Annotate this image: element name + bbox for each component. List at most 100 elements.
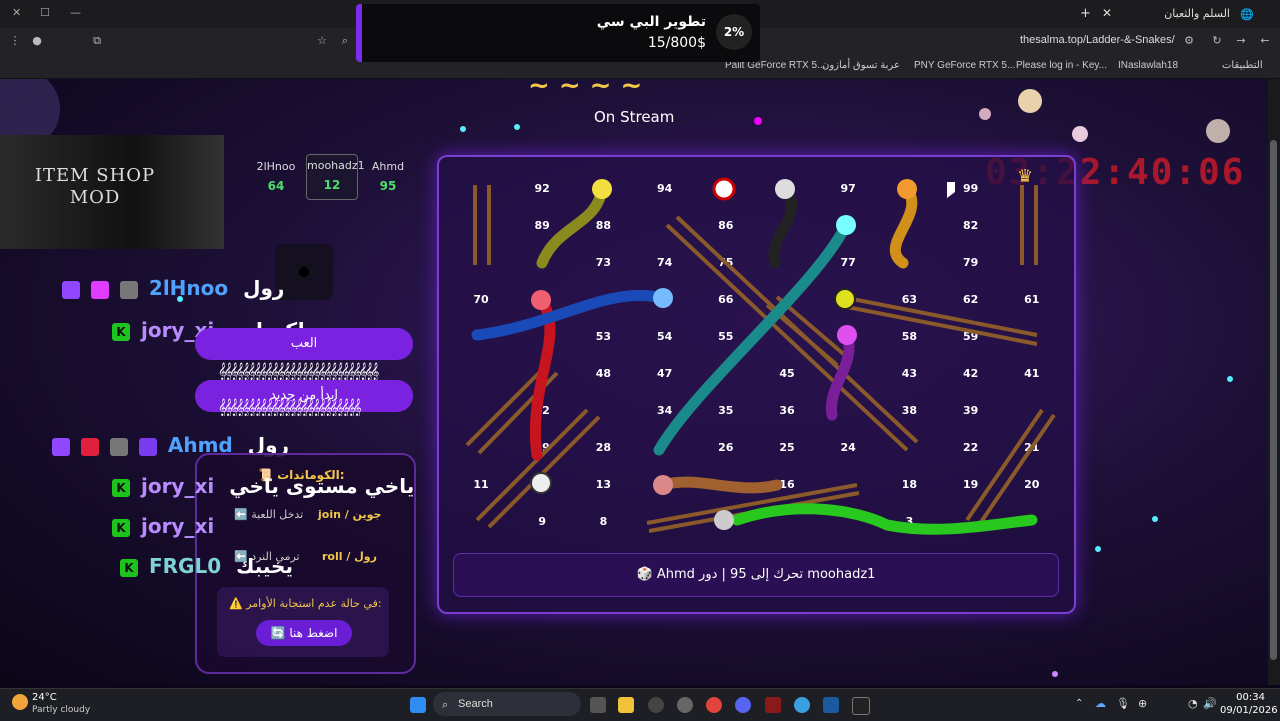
taskbar-search[interactable] [433,692,581,716]
weather-description[interactable]: Partly cloudy [32,705,90,715]
chat-message: رول [243,276,285,300]
player-position: 95 [379,179,397,193]
weather-temperature[interactable]: 24°C [32,692,57,703]
menu-icon[interactable]: ⋮ [8,34,22,48]
start-icon[interactable] [410,697,426,713]
browser-icon[interactable] [794,697,810,713]
close-tab-icon[interactable]: ✕ [1102,6,1112,20]
new-tab-icon[interactable]: + [1080,6,1091,21]
microphone-icon[interactable]: 🎙 [1116,697,1130,710]
snake-teal [653,219,852,456]
join-description: ⬅️ تدخل اللعبة [234,508,304,521]
tray-chevron-icon[interactable]: ⌃ [1075,698,1083,709]
bookmark-apps[interactable]: التطبيقات [1222,60,1263,71]
snakes-and-ladders-layer: ♛ [465,166,1056,535]
snake-blue [471,289,669,341]
donation-title: تطوير البي سي [596,14,706,30]
snake-olive [536,183,608,269]
player-position: 12 [323,178,341,192]
scrollbar-thumb[interactable] [1270,140,1277,660]
mouse-cursor [947,182,963,198]
player-token-2lhnoo [834,288,856,310]
window-maximize-icon[interactable]: ☐ [40,6,50,19]
chat-username: jory_xi [140,474,215,498]
kick-badge-icon: K [120,558,138,577]
taskbar [0,688,1280,721]
bookmark-1[interactable]: INaslawlah18 [1118,60,1178,71]
extension-icon[interactable]: ⧉ [90,34,104,48]
app-icon[interactable] [648,697,664,713]
help-text: ⚠️ في حالة عدم استجابة الأوامر: [229,597,382,610]
task-view-icon[interactable] [590,697,606,713]
bookmark-4[interactable]: عربة تسوق أمازون [822,60,900,71]
camera-badge-icon [80,437,99,456]
network-icon[interactable]: ⊕ [1138,697,1147,710]
bookmark-2[interactable]: Please log in - Key... [1016,60,1107,71]
file-explorer-icon[interactable] [618,697,634,713]
join-command: join / جوين [318,508,381,521]
play-button[interactable]: العب [195,328,413,360]
window-minimize-icon[interactable]: — [70,6,81,19]
snake-orange [889,183,918,269]
player-position: 64 [267,179,285,193]
kick-badge-icon: K [112,478,130,497]
item-shop-line2: MOD [69,187,121,208]
profile-icon[interactable]: ● [30,34,44,48]
player-score-2: moohadz1 12 [306,154,365,200]
snake-heads [531,179,917,530]
tray-cloud-icon[interactable]: ☁ [1095,697,1106,710]
verified-badge-icon [138,437,157,456]
chat-line: K FRGL0 يخيبك [120,554,293,578]
active-app-icon[interactable] [823,697,839,713]
back-icon[interactable]: ← [1258,34,1272,48]
item-shop-title: ITEM SHOP MOD [30,165,160,209]
settings-icon[interactable] [677,697,693,713]
weather-icon[interactable] [12,694,28,710]
kick-badge-icon: K [112,518,130,537]
bookmark-3[interactable]: PNY GeForce RTX 5... [914,60,1015,71]
roll-key: roll / رول [322,550,377,563]
player-name: Ahmd [371,160,405,173]
ladder-7 [965,408,1056,527]
address-bar[interactable]: thesalma.top/Ladder-&-Snakes/ [1020,34,1175,46]
reload-icon[interactable]: ↻ [1210,34,1224,48]
player-token-moohadz1 [530,472,552,494]
site-settings-icon[interactable]: ⚙ [1182,34,1196,48]
wave-decoration: 𝄞𝄞𝄞𝄞𝄞𝄞𝄞𝄞𝄞𝄞𝄞𝄞𝄞𝄞𝄞𝄞𝄞𝄞𝄞𝄞𝄞𝄞𝄞𝄞 [218,398,362,416]
join-key: join / جوين [318,508,382,521]
forward-icon[interactable]: → [1234,34,1248,48]
terminal-icon[interactable] [852,697,870,715]
player-name: 2lHnoo [256,160,296,173]
app-icon-red[interactable] [765,697,781,713]
clock-time[interactable]: 00:34 [1225,692,1265,703]
search-icon[interactable]: ⌕ [338,34,352,48]
chat-line: K jory_xi ياخي مستوى ياخي [112,474,414,498]
chat-line: 2lHnoo رول [62,276,284,300]
refresh-button[interactable]: 🔄 اضغط هنا [256,620,352,646]
globe-icon: 🌐 [1240,8,1254,21]
star-icon[interactable]: ☆ [315,34,329,48]
search-icon: ⌕ [442,698,449,711]
on-stream-label: On Stream [594,108,675,126]
chat-line: K jory_xi [112,514,222,538]
clock-date[interactable]: 09/01/2026 [1220,705,1278,716]
ladder-3 [665,215,919,452]
heart-badge-icon [90,280,109,299]
player-score-1: 2lHnoo 64 [251,160,301,193]
snake-brown [657,476,783,494]
wifi-icon[interactable]: ◔ [1188,697,1198,710]
player-name: moohadz1 [307,159,365,172]
window-close-icon[interactable]: ✕ [12,6,21,19]
chat-message: يخيبك [236,554,293,578]
twitch-badge-icon [62,280,80,299]
wave-decoration: 𝄞𝄞𝄞𝄞𝄞𝄞𝄞𝄞𝄞𝄞𝄞𝄞𝄞𝄞𝄞𝄞𝄞𝄞𝄞𝄞𝄞𝄞𝄞𝄞𝄞𝄞𝄞 [218,362,379,380]
snake-black [768,183,798,269]
snakes [471,183,1038,535]
chrome-icon[interactable] [706,697,722,713]
kick-badge-icon: K [112,322,130,341]
donation-amount: 15/800$ [647,35,706,51]
tab-title[interactable]: السلم والثعبان [1164,7,1230,20]
gift-badge-icon [119,280,138,299]
discord-icon[interactable] [735,697,751,713]
volume-icon[interactable]: 🔊 [1203,697,1217,710]
